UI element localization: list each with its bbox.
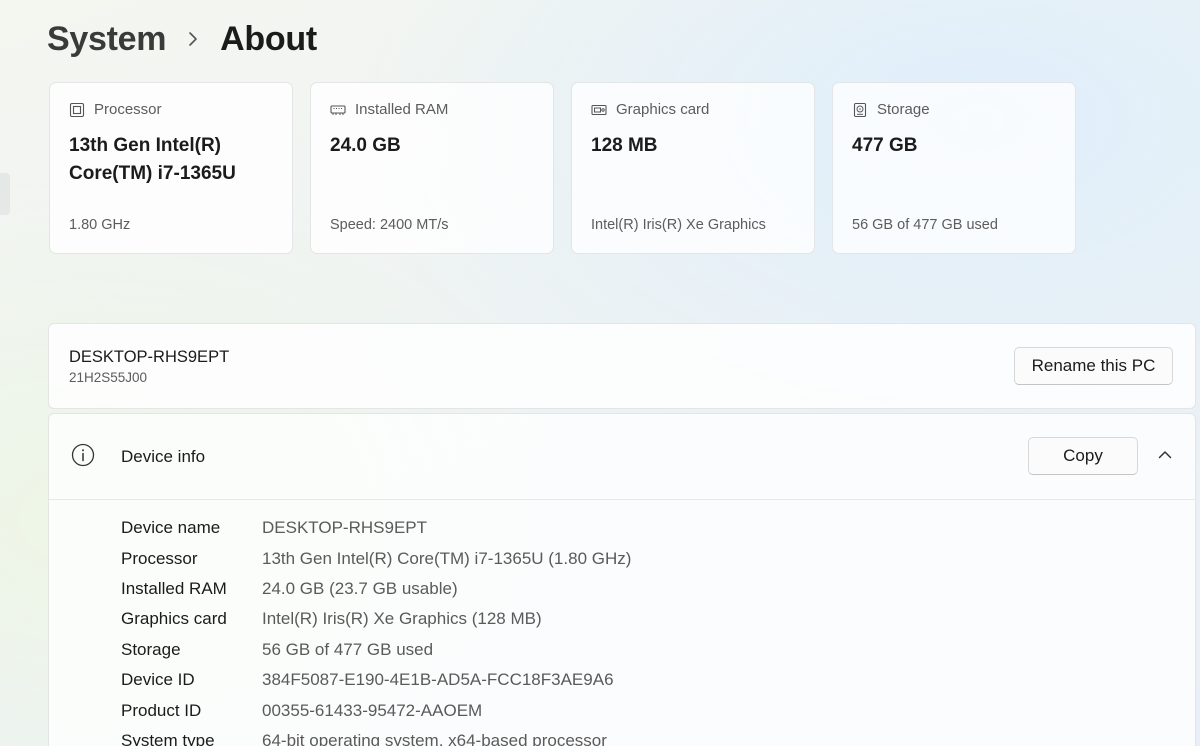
ram-icon xyxy=(330,102,346,118)
spec-label: Processor xyxy=(121,548,198,568)
graphics-card-icon xyxy=(591,102,607,118)
card-value: 477 GB xyxy=(852,135,918,156)
spec-row-device-name: Device name DESKTOP-RHS9EPT xyxy=(121,513,631,543)
spec-row-storage: Storage 56 GB of 477 GB used xyxy=(121,635,631,665)
chevron-up-icon[interactable] xyxy=(1157,447,1173,468)
pc-name-row: DESKTOP-RHS9EPT 21H2S55J00 Rename this P… xyxy=(48,323,1196,409)
card-value: 24.0 GB xyxy=(330,135,401,156)
spec-label: Product ID xyxy=(121,700,202,720)
card-label: Installed RAM xyxy=(355,101,449,118)
nav-pane-edge xyxy=(0,173,10,215)
card-header: Installed RAM xyxy=(330,101,448,118)
card-subtext: Intel(R) Iris(R) Xe Graphics xyxy=(591,217,766,233)
card-label: Processor xyxy=(94,101,162,118)
pc-model: 21H2S55J00 xyxy=(69,370,148,385)
spec-label: Storage xyxy=(121,639,181,659)
card-subtext: 56 GB of 477 GB used xyxy=(852,217,998,233)
card-subtext: 1.80 GHz xyxy=(69,217,131,233)
breadcrumb-system[interactable]: System xyxy=(47,20,166,59)
device-info-panel: Device info Copy Device name DESKTOP-RHS… xyxy=(48,413,1196,746)
spec-row-product-id: Product ID 00355-61433-95472-AAOEM xyxy=(121,695,631,725)
spec-value[interactable]: 13th Gen Intel(R) Core(TM) i7-1365U (1.8… xyxy=(262,549,631,569)
spec-row-system-type: System type 64-bit operating system, x64… xyxy=(121,726,631,746)
card-installed-ram: Installed RAM 24.0 GB Speed: 2400 MT/s xyxy=(310,82,554,254)
card-value: 13th Gen Intel(R) Core(TM) i7-1365U xyxy=(69,135,236,184)
spec-row-processor: Processor 13th Gen Intel(R) Core(TM) i7-… xyxy=(121,543,631,573)
spec-row-device-id: Device ID 384F5087-E190-4E1B-AD5A-FCC18F… xyxy=(121,665,631,695)
spec-cards: Processor 13th Gen Intel(R) Core(TM) i7-… xyxy=(49,82,1076,254)
rename-pc-button[interactable]: Rename this PC xyxy=(1014,347,1173,385)
card-storage: Storage 477 GB 56 GB of 477 GB used xyxy=(832,82,1076,254)
storage-icon xyxy=(852,102,868,118)
card-graphics: Graphics card 128 MB Intel(R) Iris(R) Xe… xyxy=(571,82,815,254)
spec-value[interactable]: 56 GB of 477 GB used xyxy=(262,640,433,660)
spec-value[interactable]: 00355-61433-95472-AAOEM xyxy=(262,701,482,721)
device-spec-table: Device name DESKTOP-RHS9EPT Processor 13… xyxy=(121,513,631,746)
card-header: Graphics card xyxy=(591,101,709,118)
spec-value[interactable]: 384F5087-E190-4E1B-AD5A-FCC18F3AE9A6 xyxy=(262,670,614,690)
card-header: Storage xyxy=(852,101,930,118)
spec-row-graphics-card: Graphics card Intel(R) Iris(R) Xe Graphi… xyxy=(121,604,631,634)
device-info-title: Device info xyxy=(121,447,206,466)
spec-row-installed-ram: Installed RAM 24.0 GB (23.7 GB usable) xyxy=(121,574,631,604)
spec-value[interactable]: 64-bit operating system, x64-based proce… xyxy=(262,731,607,746)
card-label: Storage xyxy=(877,101,930,118)
card-subtext: Speed: 2400 MT/s xyxy=(330,217,449,233)
spec-value[interactable]: 24.0 GB (23.7 GB usable) xyxy=(262,579,458,599)
card-processor: Processor 13th Gen Intel(R) Core(TM) i7-… xyxy=(49,82,293,254)
processor-icon xyxy=(69,102,85,118)
spec-label: Device ID xyxy=(121,670,195,690)
card-label: Graphics card xyxy=(616,101,710,118)
info-icon xyxy=(71,443,95,472)
page-title: About xyxy=(220,19,317,58)
card-header: Processor xyxy=(69,101,162,118)
device-info-header[interactable]: Device info Copy xyxy=(49,414,1195,500)
copy-button[interactable]: Copy xyxy=(1028,437,1138,475)
spec-value[interactable]: DESKTOP-RHS9EPT xyxy=(262,518,427,538)
pc-name: DESKTOP-RHS9EPT xyxy=(69,348,230,366)
spec-value[interactable]: Intel(R) Iris(R) Xe Graphics (128 MB) xyxy=(262,609,542,629)
spec-label: Graphics card xyxy=(121,609,227,629)
spec-label: Installed RAM xyxy=(121,578,227,598)
spec-label: Device name xyxy=(121,518,221,538)
chevron-right-icon xyxy=(166,31,220,47)
breadcrumb: System About xyxy=(47,14,317,64)
card-value: 128 MB xyxy=(591,135,658,156)
spec-label: System type xyxy=(121,730,215,746)
